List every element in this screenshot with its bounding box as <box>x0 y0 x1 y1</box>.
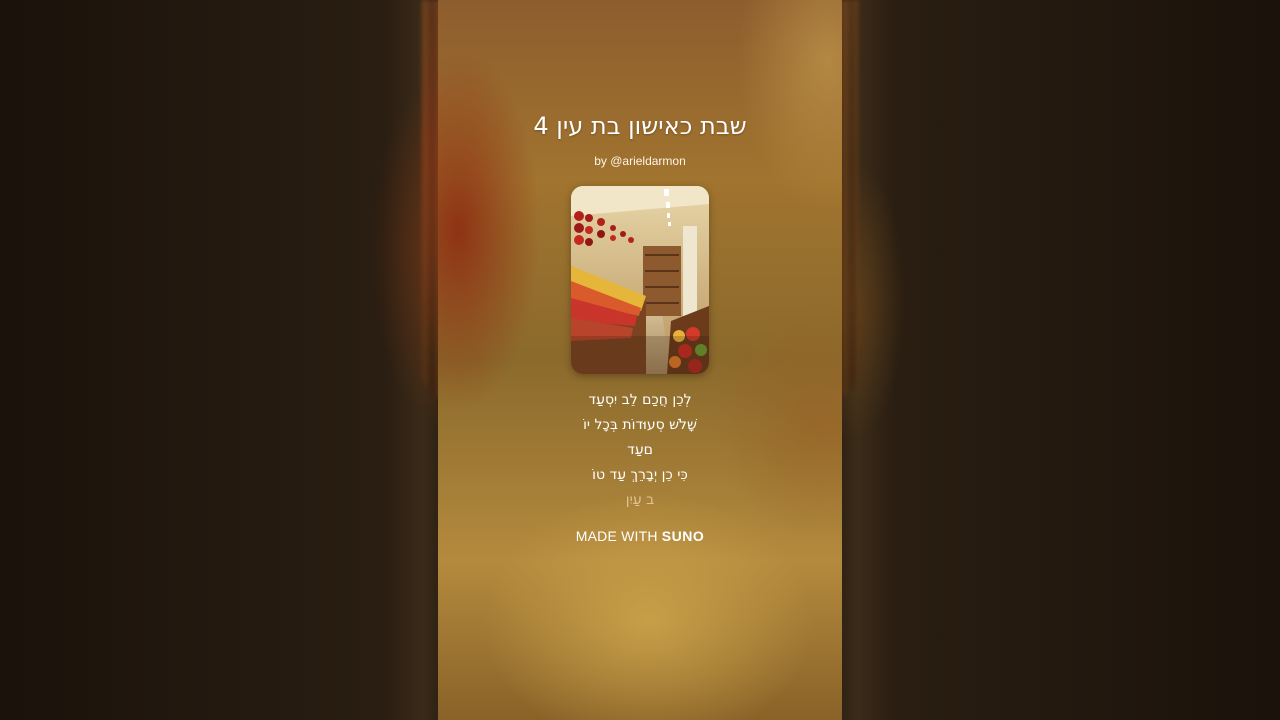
lyric-line-upcoming: ב עַיִן <box>625 492 655 508</box>
made-with-suno-label: MADE WITH SUNO <box>438 528 842 544</box>
cover-art-image <box>571 186 709 374</box>
made-with-text: MADE WITH <box>575 528 658 544</box>
lyric-line: םעַד <box>627 442 653 458</box>
video-stage: שבת כאישון בת עין 4 by @arieldarmon לְכֵ… <box>0 0 1280 720</box>
song-title: שבת כאישון בת עין 4 <box>533 112 747 140</box>
lyrics-block: לְכֵן חֲכַם לֵב יִסְעַד שָׁלֹשׁ סְעוּדוֹ… <box>438 388 842 513</box>
lyric-line: כִּי כֵן יְבָרֵךְ עַד טוֹ <box>592 467 688 483</box>
video-frame[interactable]: שבת כאישון בת עין 4 by @arieldarmon לְכֵ… <box>438 0 842 720</box>
artist-byline[interactable]: by @arieldarmon <box>438 154 842 168</box>
lyric-line: שָׁלֹשׁ סְעוּדוֹת בְּכָל יוֹ <box>583 417 697 433</box>
lyric-line: לְכֵן חֲכַם לֵב יִסְעַד <box>588 392 692 408</box>
suno-brand: SUNO <box>661 528 705 544</box>
